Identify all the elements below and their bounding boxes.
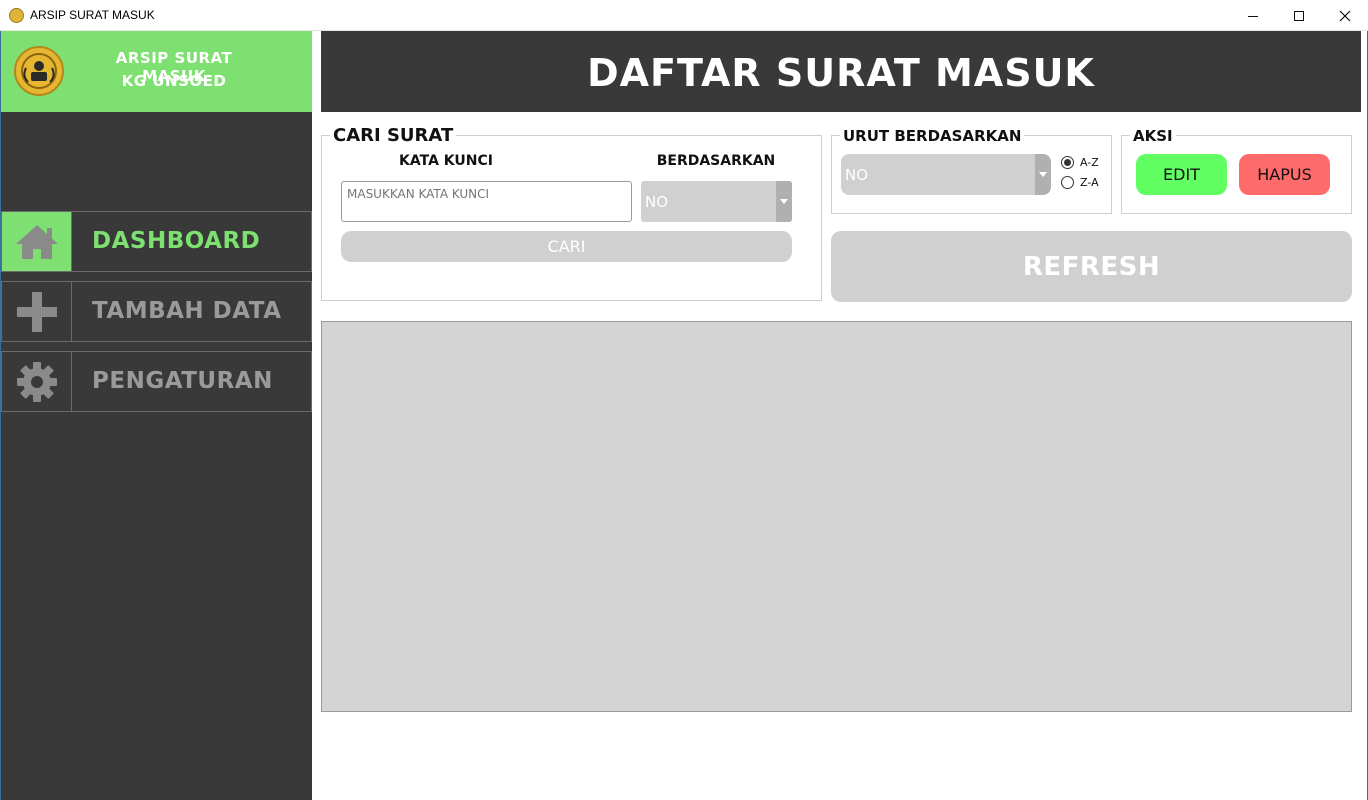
- gear-icon: [2, 352, 72, 411]
- search-field-label: BERDASARKAN: [656, 153, 776, 169]
- data-table-area[interactable]: [321, 321, 1352, 712]
- search-field-select[interactable]: NO: [641, 181, 792, 222]
- plus-icon: [2, 282, 72, 341]
- sort-asc-label: A-Z: [1080, 156, 1099, 169]
- radio-selected-dot: [1064, 159, 1071, 166]
- nav-label-pengaturan: PENGATURAN: [92, 368, 273, 394]
- sort-desc-label: Z-A: [1080, 176, 1099, 189]
- sort-asc-radio[interactable]: [1061, 156, 1074, 169]
- sidebar: [1, 31, 312, 800]
- nav-item-dashboard[interactable]: DASHBOARD: [1, 211, 312, 272]
- search-button[interactable]: CARI: [341, 231, 792, 262]
- minimize-button[interactable]: [1230, 0, 1276, 31]
- minimize-icon: [1248, 15, 1258, 17]
- nav-item-tambah-data[interactable]: TAMBAH DATA: [1, 281, 312, 342]
- brand-title-line2: KG UNSOED: [121, 72, 227, 90]
- window-titlebar: ARSIP SURAT MASUK: [0, 0, 1368, 31]
- chevron-down-icon: [776, 181, 792, 222]
- nav-label-dashboard: DASHBOARD: [92, 228, 261, 254]
- edit-button[interactable]: EDIT: [1136, 154, 1227, 195]
- refresh-button-label: REFRESH: [1022, 251, 1161, 282]
- sort-field-select[interactable]: NO: [841, 154, 1051, 195]
- close-icon: [1339, 10, 1351, 21]
- delete-button[interactable]: HAPUS: [1239, 154, 1330, 195]
- nav-label-tambah-data: TAMBAH DATA: [92, 298, 282, 324]
- keyword-input[interactable]: [341, 181, 632, 222]
- edit-button-label: EDIT: [1163, 165, 1200, 184]
- nav-item-pengaturan[interactable]: PENGATURAN: [1, 351, 312, 412]
- window-title: ARSIP SURAT MASUK: [30, 8, 155, 22]
- keyword-label: KATA KUNCI: [399, 153, 493, 169]
- sort-field-select-value: NO: [845, 166, 869, 184]
- actions-group-legend: AKSI: [1130, 127, 1176, 145]
- page-title: DAFTAR SURAT MASUK: [587, 51, 1095, 95]
- unsoed-logo: [14, 46, 64, 96]
- home-icon: [2, 212, 72, 271]
- sort-desc-radio[interactable]: [1061, 176, 1074, 189]
- search-button-label: CARI: [547, 237, 586, 256]
- delete-button-label: HAPUS: [1257, 165, 1312, 184]
- app-icon: [9, 8, 24, 23]
- maximize-icon: [1294, 10, 1304, 21]
- refresh-button[interactable]: REFRESH: [831, 231, 1352, 302]
- sort-group-legend: URUT BERDASARKAN: [840, 127, 1025, 145]
- page-header: DAFTAR SURAT MASUK: [321, 31, 1361, 112]
- chevron-down-icon: [1035, 154, 1051, 195]
- close-button[interactable]: [1322, 0, 1368, 31]
- maximize-button[interactable]: [1276, 0, 1322, 31]
- search-group-legend: CARI SURAT: [330, 125, 457, 146]
- search-field-select-value: NO: [645, 193, 669, 211]
